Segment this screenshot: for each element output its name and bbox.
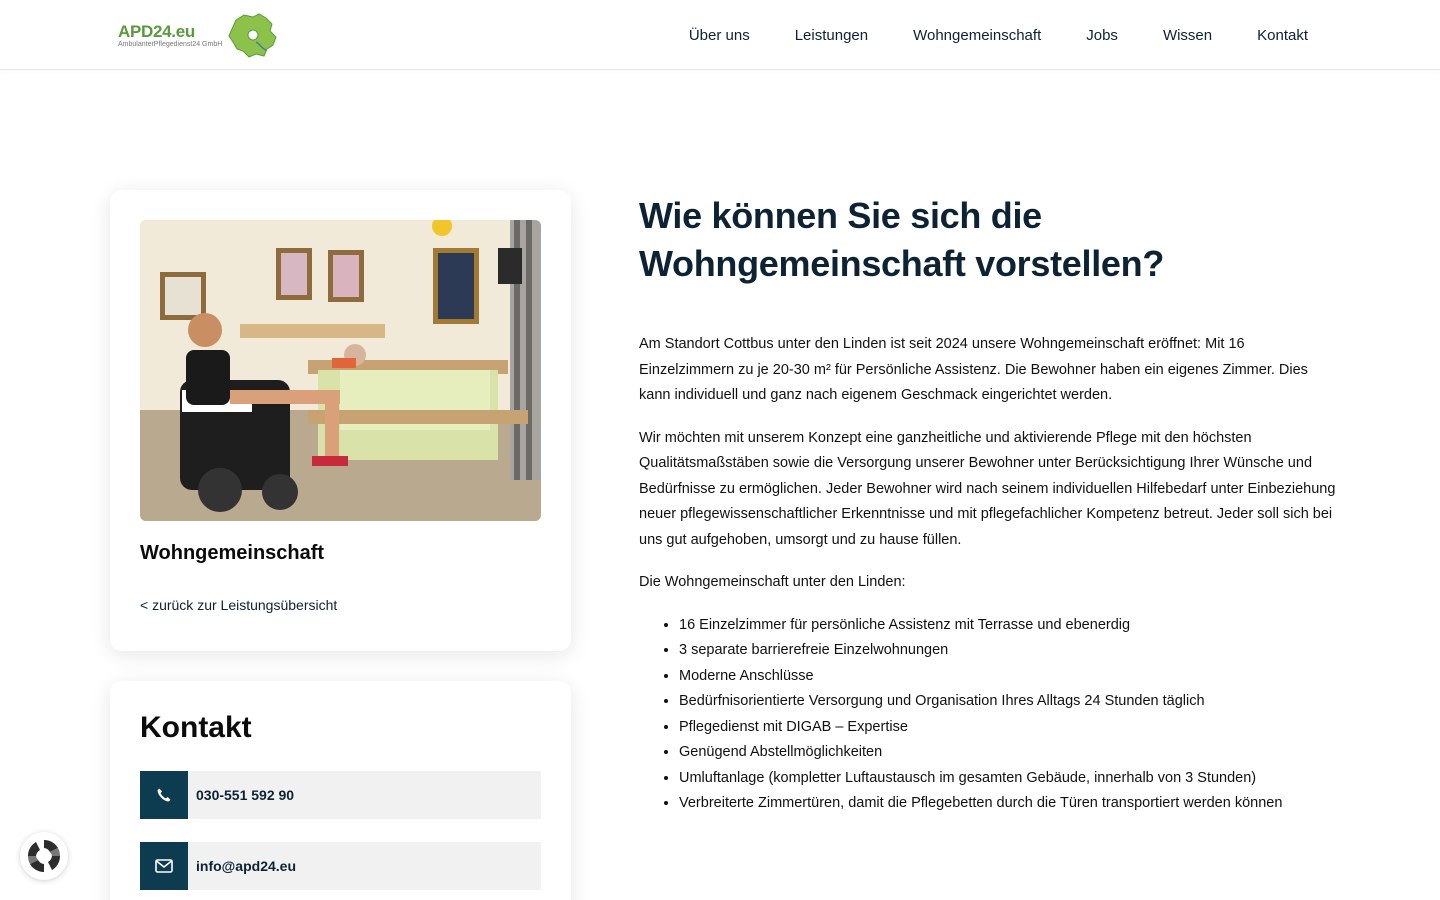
nav-jobs[interactable]: Jobs bbox=[1086, 27, 1118, 44]
site-header: APD24.eu AmbulanterPflegedienst24 GmbH Ü… bbox=[0, 0, 1440, 70]
list-item: Verbreiterte Zimmertüren, damit die Pfle… bbox=[679, 791, 1339, 817]
phone-number: 030-551 592 90 bbox=[196, 787, 295, 803]
nav-leistungen[interactable]: Leistungen bbox=[795, 27, 868, 44]
logo-text: APD24.eu bbox=[118, 22, 195, 41]
feature-list: 16 Einzelzimmer für persönliche Assisten… bbox=[639, 613, 1339, 817]
concept-paragraph: Wir möchten mit unserem Konzept eine gan… bbox=[639, 429, 1336, 548]
service-title: Wohngemeinschaft bbox=[140, 542, 325, 564]
intro-paragraph: Am Standort Cottbus unter den Linden ist… bbox=[639, 336, 1308, 403]
list-intro: Die Wohngemeinschaft unter den Linden: bbox=[639, 574, 906, 590]
service-card: Wohngemeinschaft < zurück zur Leistungsü… bbox=[110, 190, 571, 651]
brandenburg-map-icon bbox=[228, 13, 277, 58]
mail-icon bbox=[140, 842, 188, 890]
main-content: Wie können Sie sich die Wohngemeinschaft… bbox=[639, 192, 1339, 817]
cookie-settings-button[interactable] bbox=[20, 832, 68, 880]
cookie-settings-icon bbox=[27, 839, 61, 873]
nav-wissen[interactable]: Wissen bbox=[1163, 27, 1212, 44]
logo-subtext: AmbulanterPflegedienst24 GmbH bbox=[118, 41, 223, 48]
contact-title: Kontakt bbox=[140, 711, 252, 744]
list-item: Genügend Abstellmöglichkeiten bbox=[679, 740, 1339, 766]
service-photo bbox=[140, 220, 541, 521]
main-nav: Über uns Leistungen Wohngemeinschaft Job… bbox=[689, 0, 1308, 70]
list-item: 3 separate barrierefreie Einzelwohnungen bbox=[679, 638, 1339, 664]
room-illustration bbox=[140, 220, 541, 521]
list-item: 16 Einzelzimmer für persönliche Assisten… bbox=[679, 613, 1339, 639]
back-to-services-link[interactable]: < zurück zur Leistungsübersicht bbox=[140, 597, 337, 613]
logo-link[interactable]: APD24.eu AmbulanterPflegedienst24 GmbH bbox=[118, 12, 288, 60]
contact-card: Kontakt 030-551 592 90 info@apd24.eu bbox=[110, 681, 571, 900]
page-heading: Wie können Sie sich die Wohngemeinschaft… bbox=[639, 195, 1165, 284]
nav-wohngemeinschaft[interactable]: Wohngemeinschaft bbox=[913, 27, 1041, 44]
nav-ueber-uns[interactable]: Über uns bbox=[689, 27, 750, 44]
email-link[interactable]: info@apd24.eu bbox=[140, 842, 541, 890]
nav-kontakt[interactable]: Kontakt bbox=[1257, 27, 1308, 44]
list-item: Umluftanlage (kompletter Luftaustausch i… bbox=[679, 766, 1339, 792]
phone-icon bbox=[140, 771, 188, 819]
phone-link[interactable]: 030-551 592 90 bbox=[140, 771, 541, 819]
list-item: Moderne Anschlüsse bbox=[679, 664, 1339, 690]
list-item: Pflegedienst mit DIGAB – Expertise bbox=[679, 715, 1339, 741]
email-address: info@apd24.eu bbox=[196, 858, 296, 874]
list-item: Bedürfnisorientierte Versorgung und Orga… bbox=[679, 689, 1339, 715]
